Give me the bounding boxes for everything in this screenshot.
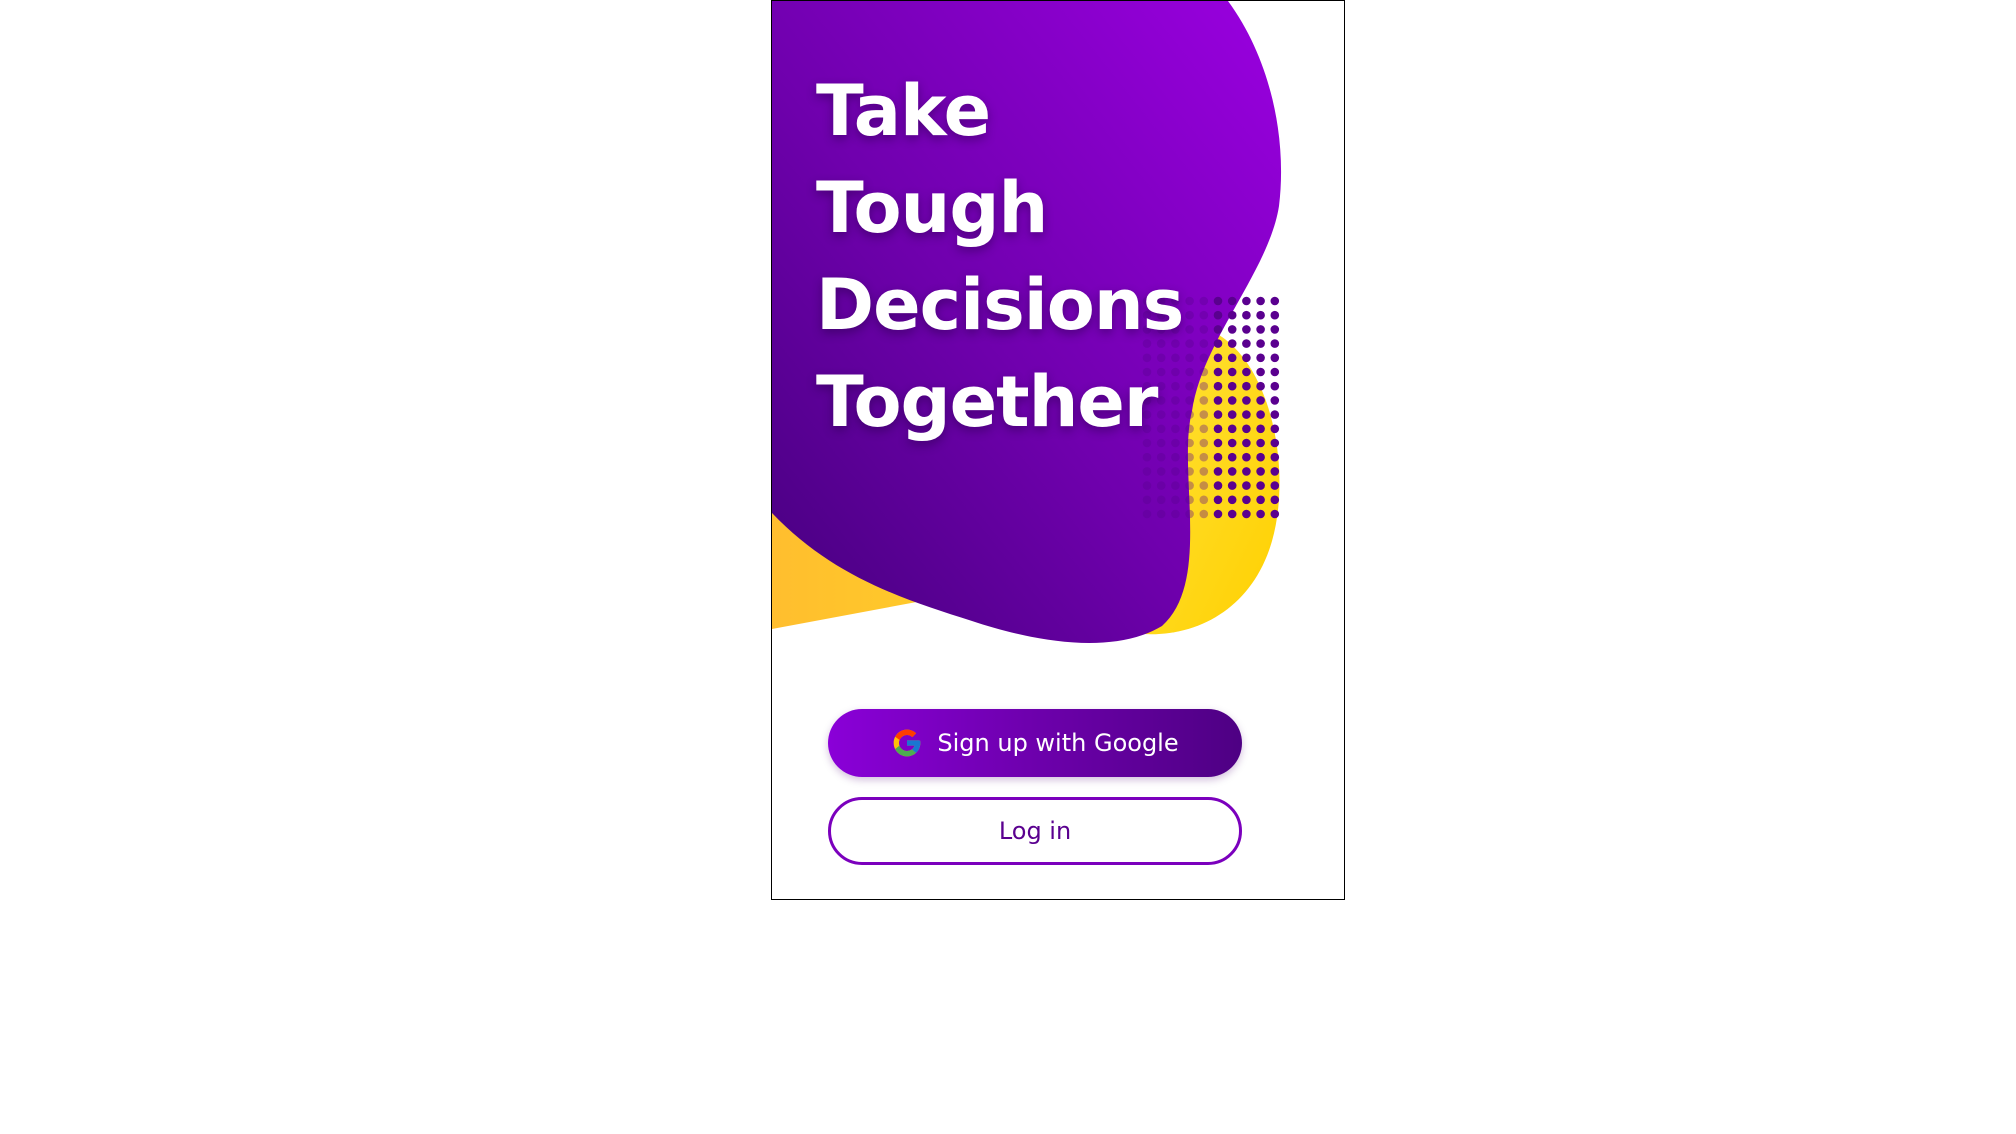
headline-line-3: Decisions [816, 264, 1184, 346]
login-button[interactable]: Log in [828, 797, 1242, 865]
login-label: Log in [998, 817, 1072, 845]
google-signup-button[interactable]: Sign up with Google [828, 709, 1242, 777]
headline: Take Tough Decisions Together [816, 63, 1184, 451]
google-signup-label: Sign up with Google [937, 729, 1179, 757]
google-g-icon [894, 729, 921, 757]
welcome-card: Take Tough Decisions Together Sign up wi… [771, 0, 1345, 900]
headline-line-1: Take [816, 70, 991, 152]
page: Take Tough Decisions Together Sign up wi… [0, 0, 2016, 1134]
headline-line-4: Together [816, 361, 1158, 443]
headline-line-2: Tough [816, 167, 1048, 249]
